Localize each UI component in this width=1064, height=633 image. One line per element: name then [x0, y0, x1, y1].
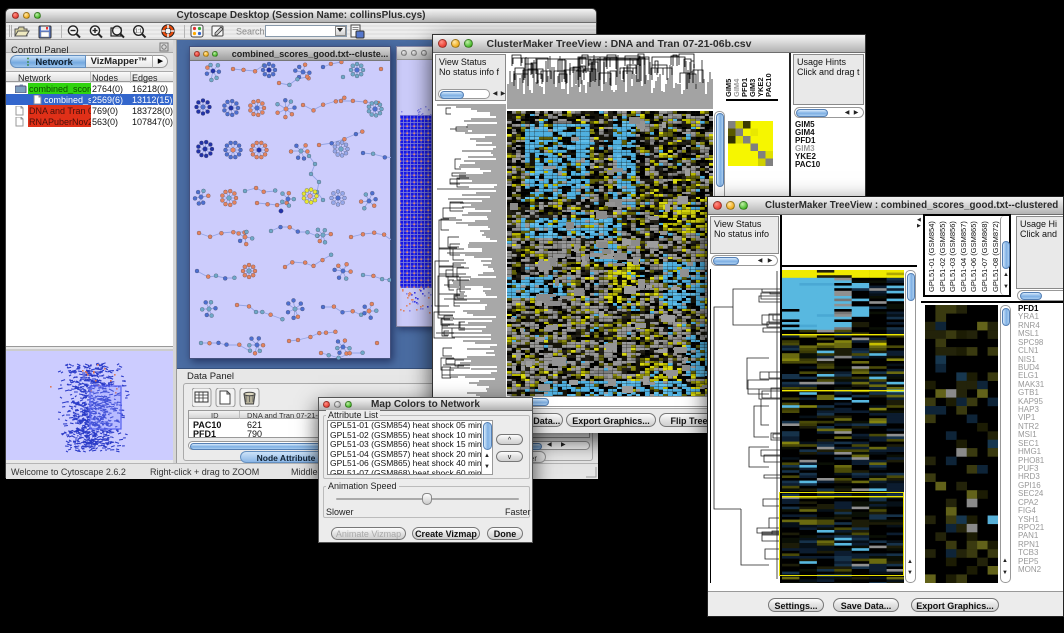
svg-text:1:1: 1:1 [135, 29, 142, 35]
svg-text:Search:: Search: [236, 27, 267, 37]
